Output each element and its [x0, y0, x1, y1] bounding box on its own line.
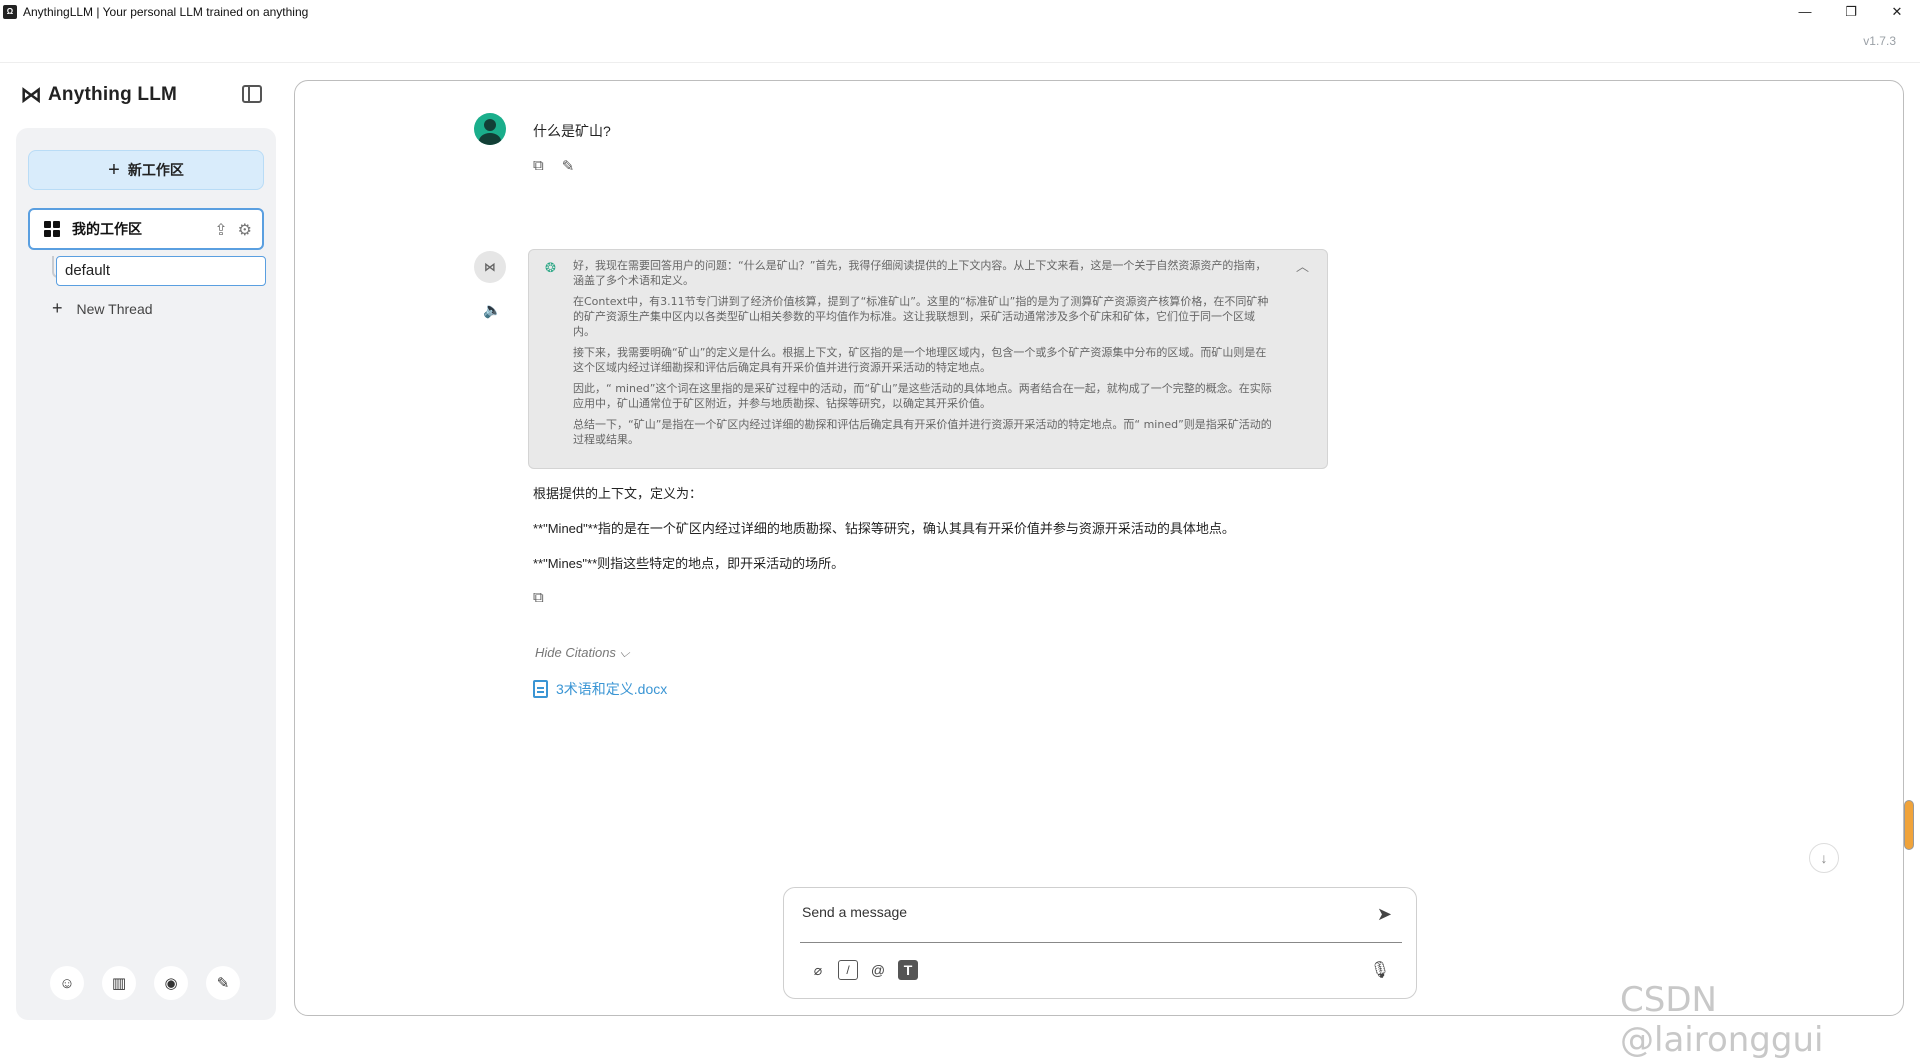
settings-wrench-icon[interactable]: ✎ [206, 966, 240, 1000]
thought-paragraph: 在Context中，有3.11节专门讲到了经济价值核算，提到了“标准矿山”。这里… [573, 295, 1269, 338]
new-thread-button[interactable]: + New Thread [52, 298, 153, 319]
watermark: CSDN @laironggui [1620, 980, 1824, 1060]
copy-icon[interactable]: ⧉ [533, 157, 544, 175]
minimize-button[interactable]: — [1782, 0, 1828, 23]
workspace-name: 我的工作区 [72, 221, 142, 237]
version-label: v1.7.3 [1863, 34, 1896, 48]
new-workspace-label: 新工作区 [127, 162, 184, 178]
at-mention-icon[interactable]: @ [868, 960, 888, 980]
edit-pencil-icon[interactable]: ✎ [562, 157, 575, 175]
answer-paragraph: **"Mined"**指的是在一个矿区内经过详细的地质勘探、钻探等研究，确认其具… [533, 521, 1235, 536]
community-icon[interactable]: ☺ [50, 966, 84, 1000]
assistant-answer: 根据提供的上下文，定义为： **"Mined"**指的是在一个矿区内经过详细的地… [533, 485, 1333, 590]
chevron-up-icon[interactable]: ︿ [1296, 256, 1309, 275]
discord-icon[interactable]: ◉ [154, 966, 188, 1000]
thought-paragraph: 总结一下，“矿山”是指在一个矿区内经过详细的勘探和评估后确定具有开采价值并进行资… [573, 418, 1272, 446]
send-icon[interactable]: ➤ [1377, 904, 1392, 925]
citation-link[interactable]: 3术语和定义.docx [533, 679, 667, 699]
sidebar-toggle-icon[interactable] [242, 85, 262, 103]
thought-paragraph: 接下来，我需要明确“矿山”的定义是什么。根据上下文，矿区指的是一个地理区域内，包… [573, 346, 1267, 374]
new-workspace-button[interactable]: + 新工作区 [28, 150, 264, 190]
assistant-avatar: ⋈ [474, 251, 506, 283]
thought-paragraph: 因此，“ mined”这个词在这里指的是采矿过程中的活动，而“矿山”是这些活动的… [573, 382, 1272, 410]
copy-icon[interactable]: ⧉ [533, 589, 544, 606]
document-icon [533, 680, 548, 698]
plus-icon: + [52, 298, 63, 318]
user-message: 什么是矿山? [533, 123, 611, 139]
thought-panel: ❂ ︿ 好，我现在需要回答用户的问题：“什么是矿山？”首先，我得仔细阅读提供的上… [528, 249, 1328, 469]
anythingllm-logo-icon: ⋈ [20, 82, 42, 107]
close-button[interactable]: ✕ [1874, 0, 1920, 23]
answer-paragraph: 根据提供的上下文，定义为： [533, 486, 703, 501]
thought-paragraph: 好，我现在需要回答用户的问题：“什么是矿山？”首先，我得仔细阅读提供的上下文内容… [573, 259, 1267, 287]
slash-command-icon[interactable]: / [838, 960, 858, 980]
hide-citations-toggle[interactable]: Hide Citations ⌵ [535, 645, 629, 661]
text-format-icon[interactable]: T [898, 960, 918, 980]
user-avatar [474, 113, 506, 145]
workspace-grid-icon [44, 221, 60, 237]
window-titlebar: Ω AnythingLLM | Your personal LLM traine… [0, 0, 1920, 23]
attachment-icon[interactable]: ⌀ [808, 960, 828, 980]
plus-icon: + [108, 158, 120, 181]
docs-icon[interactable]: ▥ [102, 966, 136, 1000]
gear-icon[interactable]: ⚙ [238, 220, 252, 240]
restore-button[interactable]: ❐ [1828, 0, 1874, 23]
scrollbar-thumb[interactable] [1904, 800, 1914, 850]
citation-filename: 3术语和定义.docx [556, 681, 668, 697]
app-icon: Ω [3, 4, 17, 19]
message-composer: Send a message ➤ ⌀ / @ T 🎙 [783, 887, 1417, 999]
microphone-icon[interactable]: 🎙 [1370, 960, 1390, 980]
upload-icon[interactable]: ⇪ [214, 220, 227, 240]
workspace-item[interactable]: 我的工作区 ⇪ ⚙ [28, 208, 264, 250]
answer-paragraph: **"Mines"**则指这些特定的地点，即开采活动的场所。 [533, 556, 845, 571]
divider [0, 62, 1920, 63]
composer-divider [800, 942, 1402, 943]
brand-name: Anything LLM [48, 84, 178, 105]
brain-icon: ❂ [545, 260, 556, 275]
scroll-down-icon[interactable]: ↓ [1809, 843, 1839, 873]
speaker-icon[interactable]: 🔈 [483, 301, 502, 319]
brand: ⋈ Anything LLM [20, 82, 177, 108]
message-input[interactable]: Send a message [802, 904, 907, 920]
thread-item-default[interactable]: default [56, 256, 266, 286]
window-title: AnythingLLM | Your personal LLM trained … [23, 4, 309, 19]
chat-panel: 什么是矿山? ⧉ ✎ ⋈ 🔈 ❂ ︿ 好，我现在需要回答用户的问题：“什么是矿山… [294, 80, 1904, 1016]
sidebar: + 新工作区 我的工作区 ⇪ ⚙ default + New Thread ☺ … [16, 128, 276, 1020]
new-thread-label: New Thread [76, 300, 153, 317]
